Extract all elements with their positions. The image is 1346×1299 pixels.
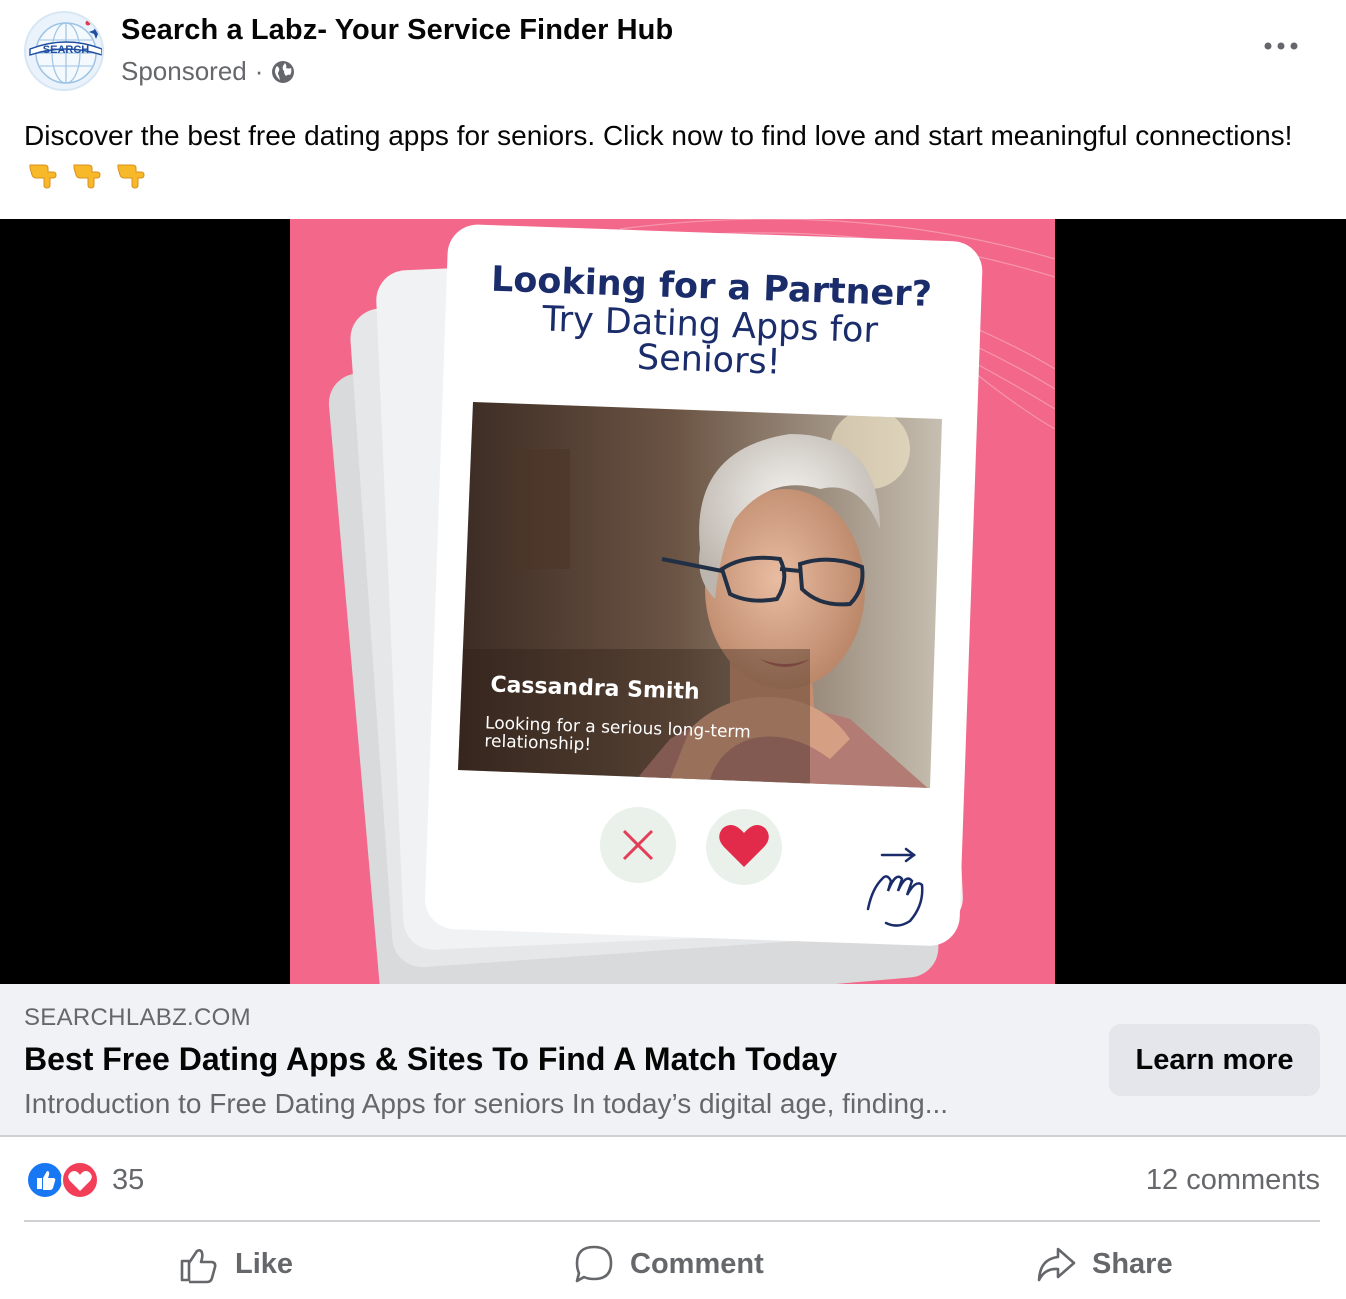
reactions-summary: 35 12 comments xyxy=(24,1140,1320,1222)
caption-text: Discover the best free dating apps for s… xyxy=(24,120,1293,151)
ad-media[interactable]: Looking for a Partner? Try Dating Apps f… xyxy=(0,219,1346,984)
share-button[interactable]: Share xyxy=(1036,1240,1173,1288)
sponsored-label[interactable]: Sponsored xyxy=(121,56,247,87)
share-label: Share xyxy=(1092,1247,1173,1280)
pointing-down-icon xyxy=(114,157,148,191)
profile-tagline-line2: relationship! xyxy=(484,731,591,755)
ad-creative[interactable]: Looking for a Partner? Try Dating Apps f… xyxy=(290,219,1055,984)
comment-button[interactable]: Comment xyxy=(574,1240,764,1288)
share-arrow-icon xyxy=(1037,1247,1076,1282)
creative-headline-line3: Seniors! xyxy=(636,338,781,383)
comments-count[interactable]: 12 comments xyxy=(1146,1164,1320,1197)
post-actions: Like Comment Share xyxy=(24,1224,1320,1299)
separator-dot: · xyxy=(254,56,264,86)
avatar-logo-text: SEARCH xyxy=(43,44,90,56)
more-options-button[interactable] xyxy=(1256,26,1306,66)
link-title[interactable]: Best Free Dating Apps & Sites To Find A … xyxy=(24,1041,837,1078)
like-reaction-icon xyxy=(26,1161,64,1199)
comment-label: Comment xyxy=(630,1247,764,1280)
ellipsis-icon xyxy=(1264,42,1298,50)
post-header: SEARCH Search a Labz- Your Service Finde… xyxy=(0,0,1346,110)
thumbs-up-icon xyxy=(180,1249,217,1284)
like-label: Like xyxy=(235,1247,294,1280)
page-name[interactable]: Search a Labz- Your Service Finder Hub xyxy=(121,14,673,47)
reaction-count[interactable]: 35 xyxy=(112,1164,144,1197)
link-description: Introduction to Free Dating Apps for sen… xyxy=(24,1088,949,1119)
reaction-icons[interactable] xyxy=(26,1161,102,1199)
learn-more-button[interactable]: Learn more xyxy=(1109,1024,1320,1096)
like-button[interactable]: Like xyxy=(179,1240,293,1288)
page-avatar[interactable]: SEARCH xyxy=(24,11,104,91)
comment-bubble-icon xyxy=(575,1245,613,1283)
link-preview[interactable]: SEARCHLABZ.COM Best Free Dating Apps & S… xyxy=(0,984,1346,1137)
globe-logo-icon: SEARCH xyxy=(29,20,102,84)
post-caption: Discover the best free dating apps for s… xyxy=(24,116,1314,196)
sponsored-row: Sponsored · xyxy=(121,56,295,87)
pointing-down-icon xyxy=(70,157,104,191)
pointing-down-icon xyxy=(26,157,60,191)
creative-graphic: Looking for a Partner? Try Dating Apps f… xyxy=(328,219,1055,984)
dismiss-x-icon xyxy=(600,807,676,883)
link-domain: SEARCHLABZ.COM xyxy=(24,1004,251,1031)
love-reaction-icon xyxy=(61,1161,99,1199)
globe-icon xyxy=(271,60,295,84)
heart-icon xyxy=(706,809,782,885)
